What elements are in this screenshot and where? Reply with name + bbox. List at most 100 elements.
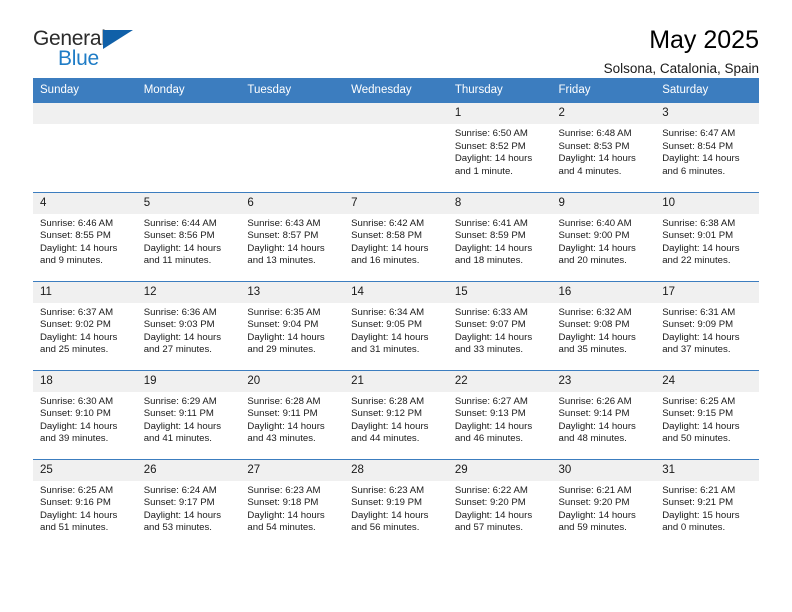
- sunrise-text: Sunrise: 6:22 AM: [454, 484, 528, 496]
- day-number: 22: [447, 370, 552, 392]
- sunrise-text: Sunrise: 6:21 AM: [558, 484, 632, 496]
- calendar-day-cell[interactable]: 13 Sunrise: 6:35 AM Sunset: 9:04 PM Dayligh…: [240, 280, 345, 370]
- calendar-day-cell[interactable]: 24 Sunrise: 6:25 AM Sunset: 9:15 PM Dayligh…: [655, 369, 759, 459]
- calendar-day-cell[interactable]: 1 Sunrise: 6:50 AM Sunset: 8:52 PM Daylight…: [447, 103, 552, 192]
- calendar-day-cell[interactable]: 23 Sunrise: 6:26 AM Sunset: 9:14 PM Dayligh…: [551, 369, 656, 459]
- calendar-day-cell[interactable]: 3 Sunrise: 6:47 AM Sunset: 8:54 PM Daylight…: [655, 103, 759, 192]
- sun-info: Sunrise: 6:23 AM Sunset: 9:18 PM Daylight:…: [240, 481, 344, 535]
- sunset-text: Sunset: 9:04 PM: [247, 319, 319, 331]
- calendar-day-cell[interactable]: 28 Sunrise: 6:23 AM Sunset: 9:19 PM Dayligh…: [344, 458, 448, 548]
- daylight-text-line1: Daylight: 14 hours: [247, 420, 325, 432]
- sunset-text: Sunset: 8:57 PM: [247, 230, 319, 242]
- page-header: General Blue May 2025 Solsona, Catalonia…: [33, 0, 759, 76]
- day-number: 26: [136, 459, 241, 481]
- sunset-text: Sunset: 9:21 PM: [662, 497, 734, 509]
- daylight-text-line2: and 46 minutes.: [454, 433, 524, 445]
- calendar-day-cell[interactable]: 10 Sunrise: 6:38 AM Sunset: 9:01 PM Dayligh…: [655, 191, 759, 281]
- calendar-day-cell[interactable]: 16 Sunrise: 6:32 AM Sunset: 9:08 PM Dayligh…: [551, 280, 656, 370]
- calendar-day-cell[interactable]: 12 Sunrise: 6:36 AM Sunset: 9:03 PM Dayligh…: [136, 280, 241, 370]
- sun-info: Sunrise: 6:47 AM Sunset: 8:54 PM Daylight:…: [655, 124, 759, 178]
- day-number: 11: [33, 281, 137, 303]
- calendar-day-cell[interactable]: 22 Sunrise: 6:27 AM Sunset: 9:13 PM Dayligh…: [447, 369, 552, 459]
- sun-info: Sunrise: 6:28 AM Sunset: 9:11 PM Daylight:…: [240, 392, 344, 446]
- calendar-body: 1 Sunrise: 6:50 AM Sunset: 8:52 PM Daylight…: [33, 103, 759, 548]
- calendar-day-cell[interactable]: 6 Sunrise: 6:43 AM Sunset: 8:57 PM Daylight…: [240, 191, 345, 281]
- calendar-day-cell[interactable]: 11 Sunrise: 6:37 AM Sunset: 9:02 PM Dayligh…: [33, 280, 137, 370]
- daylight-text-line1: Daylight: 14 hours: [558, 509, 636, 521]
- daylight-text-line2: and 9 minutes.: [40, 255, 103, 267]
- sun-info: Sunrise: 6:24 AM Sunset: 9:17 PM Daylight:…: [137, 481, 241, 535]
- triangle-icon: [103, 30, 133, 49]
- sun-info: Sunrise: 6:50 AM Sunset: 8:52 PM Daylight:…: [448, 124, 552, 178]
- calendar-week-row: 25 Sunrise: 6:25 AM Sunset: 9:16 PM Dayligh…: [33, 458, 759, 548]
- daylight-text-line1: Daylight: 14 hours: [454, 420, 533, 432]
- calendar-cell-empty: [136, 103, 241, 192]
- calendar-day-cell[interactable]: 15 Sunrise: 6:33 AM Sunset: 9:07 PM Dayligh…: [447, 280, 552, 370]
- sunrise-text: Sunrise: 6:35 AM: [247, 306, 321, 318]
- daylight-text-line1: Daylight: 14 hours: [454, 509, 533, 521]
- calendar-day-cell[interactable]: 27 Sunrise: 6:23 AM Sunset: 9:18 PM Dayligh…: [240, 458, 345, 548]
- calendar-day-cell[interactable]: 21 Sunrise: 6:28 AM Sunset: 9:12 PM Dayligh…: [344, 369, 448, 459]
- sunset-text: Sunset: 9:00 PM: [558, 230, 630, 242]
- calendar-day-cell[interactable]: 4 Sunrise: 6:46 AM Sunset: 8:55 PM Daylight…: [33, 191, 137, 281]
- day-number: 21: [344, 370, 448, 392]
- day-number: 13: [240, 281, 345, 303]
- calendar-day-cell[interactable]: 30 Sunrise: 6:21 AM Sunset: 9:20 PM Dayligh…: [551, 458, 656, 548]
- weekday-header-sunday: Sunday: [33, 78, 137, 103]
- day-number: 27: [240, 459, 345, 481]
- sunset-text: Sunset: 9:05 PM: [351, 319, 423, 331]
- sunset-text: Sunset: 9:18 PM: [247, 497, 319, 509]
- sunset-text: Sunset: 9:17 PM: [143, 497, 215, 509]
- sun-info: Sunrise: 6:22 AM Sunset: 9:20 PM Daylight:…: [448, 481, 552, 535]
- day-number: 7: [344, 192, 448, 214]
- calendar-day-cell[interactable]: 7 Sunrise: 6:42 AM Sunset: 8:58 PM Daylight…: [344, 191, 448, 281]
- day-number: 16: [551, 281, 656, 303]
- calendar-day-cell[interactable]: 17 Sunrise: 6:31 AM Sunset: 9:09 PM Dayligh…: [655, 280, 759, 370]
- day-number: 31: [655, 459, 759, 481]
- sunset-text: Sunset: 9:20 PM: [454, 497, 526, 509]
- daylight-text-line2: and 56 minutes.: [351, 522, 420, 534]
- calendar-day-cell[interactable]: 29 Sunrise: 6:22 AM Sunset: 9:20 PM Dayligh…: [447, 458, 552, 548]
- calendar-page: General Blue May 2025 Solsona, Catalonia…: [0, 0, 792, 612]
- daylight-text-line2: and 31 minutes.: [351, 344, 420, 356]
- calendar-day-cell[interactable]: 9 Sunrise: 6:40 AM Sunset: 9:00 PM Daylight…: [551, 191, 656, 281]
- day-number: [136, 103, 241, 124]
- general-blue-logo[interactable]: General Blue: [33, 26, 143, 74]
- calendar-day-cell[interactable]: 18 Sunrise: 6:30 AM Sunset: 9:10 PM Dayligh…: [33, 369, 137, 459]
- daylight-text-line1: Daylight: 14 hours: [351, 420, 429, 432]
- sunset-text: Sunset: 9:11 PM: [143, 408, 214, 420]
- daylight-text-line2: and 20 minutes.: [558, 255, 627, 267]
- sun-info: Sunrise: 6:42 AM Sunset: 8:58 PM Daylight:…: [344, 214, 448, 268]
- day-number: 18: [33, 370, 137, 392]
- calendar-day-cell[interactable]: 31 Sunrise: 6:21 AM Sunset: 9:21 PM Dayligh…: [655, 458, 759, 548]
- daylight-text-line2: and 18 minutes.: [454, 255, 524, 267]
- sunset-text: Sunset: 8:55 PM: [40, 230, 111, 242]
- calendar-day-cell[interactable]: 5 Sunrise: 6:44 AM Sunset: 8:56 PM Daylight…: [136, 191, 241, 281]
- calendar-day-cell[interactable]: 14 Sunrise: 6:34 AM Sunset: 9:05 PM Dayligh…: [344, 280, 448, 370]
- calendar-day-cell[interactable]: 19 Sunrise: 6:29 AM Sunset: 9:11 PM Dayligh…: [136, 369, 241, 459]
- sun-info: Sunrise: 6:27 AM Sunset: 9:13 PM Daylight:…: [448, 392, 552, 446]
- weekday-header-monday: Monday: [136, 78, 241, 103]
- calendar-day-cell[interactable]: 20 Sunrise: 6:28 AM Sunset: 9:11 PM Dayligh…: [240, 369, 345, 459]
- calendar-week-row: 11 Sunrise: 6:37 AM Sunset: 9:02 PM Dayligh…: [33, 280, 759, 370]
- sunrise-text: Sunrise: 6:32 AM: [558, 306, 632, 318]
- daylight-text-line2: and 37 minutes.: [662, 344, 731, 356]
- daylight-text-line1: Daylight: 14 hours: [351, 242, 429, 254]
- sunrise-text: Sunrise: 6:26 AM: [558, 395, 632, 407]
- calendar-day-cell[interactable]: 8 Sunrise: 6:41 AM Sunset: 8:59 PM Daylight…: [447, 191, 552, 281]
- daylight-text-line2: and 51 minutes.: [40, 522, 109, 534]
- day-number: 10: [655, 192, 759, 214]
- daylight-text-line1: Daylight: 14 hours: [558, 242, 636, 254]
- daylight-text-line2: and 29 minutes.: [247, 344, 316, 356]
- daylight-text-line1: Daylight: 14 hours: [40, 331, 118, 343]
- calendar-day-cell[interactable]: 26 Sunrise: 6:24 AM Sunset: 9:17 PM Dayligh…: [136, 458, 241, 548]
- calendar-day-cell[interactable]: 25 Sunrise: 6:25 AM Sunset: 9:16 PM Dayligh…: [33, 458, 137, 548]
- daylight-text-line1: Daylight: 14 hours: [40, 420, 118, 432]
- sunset-text: Sunset: 9:12 PM: [351, 408, 423, 420]
- daylight-text-line1: Daylight: 14 hours: [247, 509, 325, 521]
- calendar-day-cell[interactable]: 2 Sunrise: 6:48 AM Sunset: 8:53 PM Daylight…: [551, 103, 656, 192]
- daylight-text-line2: and 1 minute.: [454, 165, 513, 177]
- daylight-text-line1: Daylight: 14 hours: [662, 420, 740, 432]
- day-number: 25: [33, 459, 137, 481]
- title-block: May 2025 Solsona, Catalonia, Spain: [604, 26, 759, 76]
